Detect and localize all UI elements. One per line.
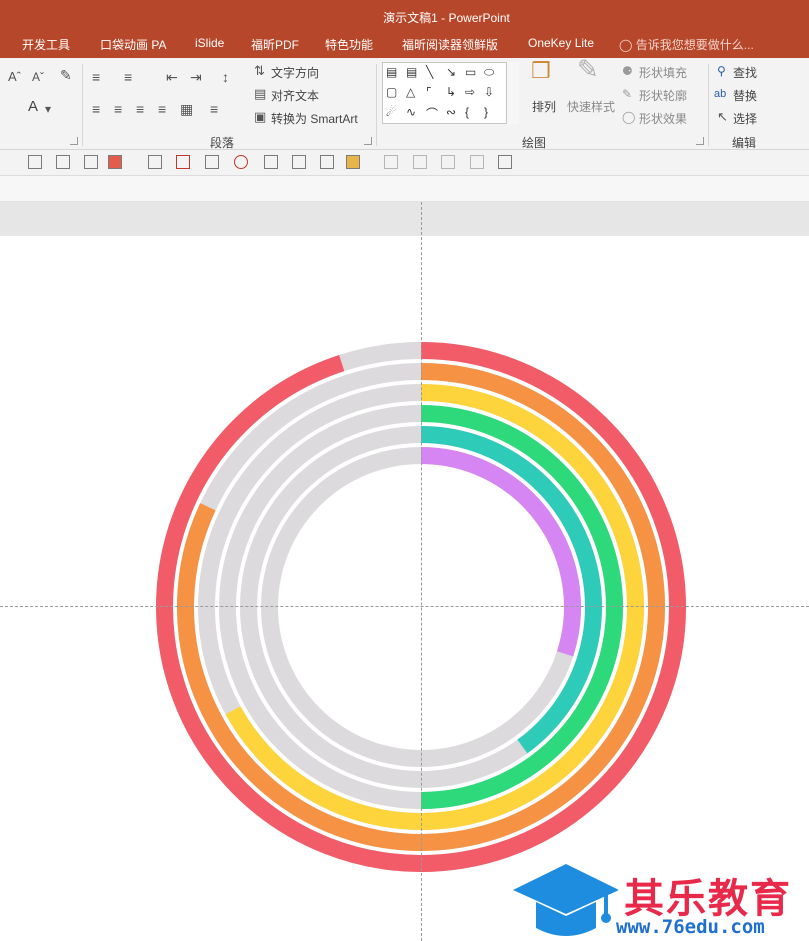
radial-bar-chart: [156, 342, 686, 872]
graduation-cap-logo: [513, 864, 618, 936]
watermark-url: www.76edu.com: [616, 916, 765, 938]
vertical-guide: [421, 202, 422, 941]
watermark: 其乐教育 www.76edu.com: [508, 858, 809, 941]
horizontal-guide: [0, 606, 809, 607]
